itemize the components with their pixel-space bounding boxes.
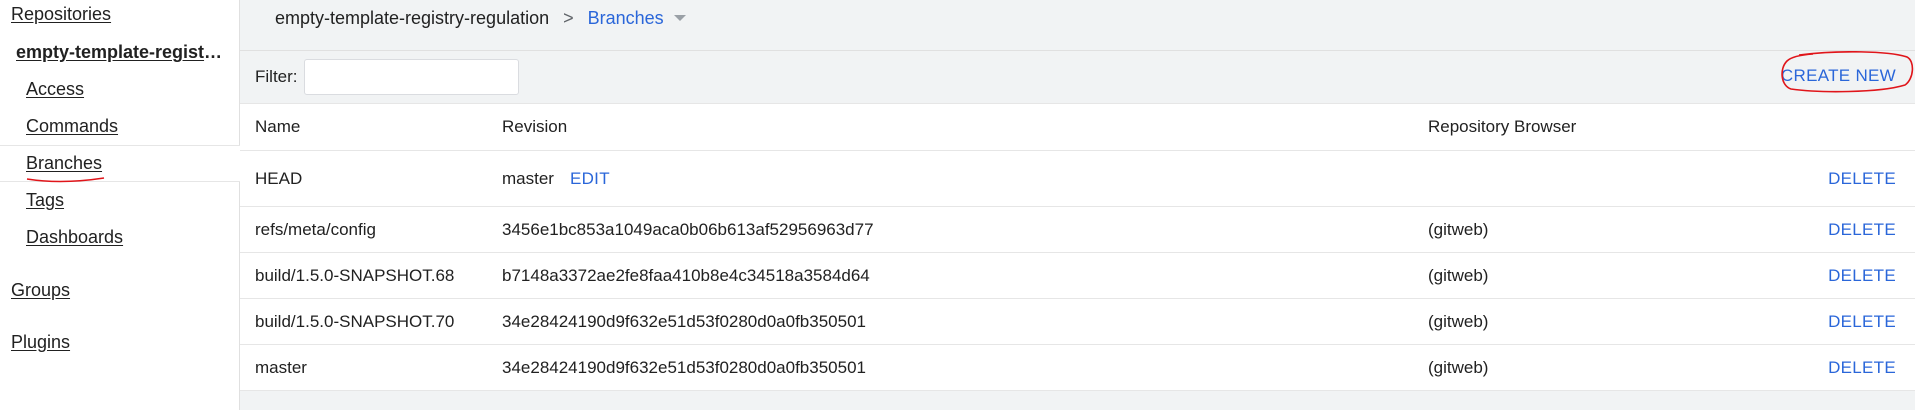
sidebar-groups-link[interactable]: Groups xyxy=(11,280,70,301)
branch-name: HEAD xyxy=(255,168,303,188)
revision-cell: master EDIT xyxy=(502,169,610,189)
repository-browser-link[interactable]: (gitweb) xyxy=(1428,266,1488,286)
table-row: master 34e28424190d9f632e51d53f0280d0a0f… xyxy=(240,345,1915,391)
dropdown-caret-icon[interactable] xyxy=(673,15,686,21)
branch-name: build/1.5.0-SNAPSHOT.68 xyxy=(255,265,455,285)
delete-button[interactable]: DELETE xyxy=(1828,220,1896,240)
column-header-repository-browser: Repository Browser xyxy=(1428,117,1577,136)
filter-bar: Filter: CREATE NEW xyxy=(240,51,1915,102)
sidebar-item-tags[interactable]: Tags xyxy=(26,190,64,211)
revision-value: master xyxy=(502,168,554,188)
column-header-name: Name xyxy=(255,117,301,136)
breadcrumb-separator-icon: > xyxy=(563,7,574,28)
table-header-row: Name Revision Repository Browser xyxy=(240,104,1915,151)
delete-button[interactable]: DELETE xyxy=(1828,266,1896,286)
main-content: empty-template-registry-regulation > Bra… xyxy=(240,0,1915,410)
sidebar-repo-link[interactable]: empty-template-registry-regulation xyxy=(16,42,228,63)
column-header-revision: Revision xyxy=(502,117,568,136)
table-row: HEAD master EDIT DELETE xyxy=(240,151,1915,207)
revision-value: b7148a3372ae2fe8faa410b8e4c34518a3584d64 xyxy=(502,265,870,285)
repository-browser-link[interactable]: (gitweb) xyxy=(1428,312,1488,332)
sidebar-item-commands[interactable]: Commands xyxy=(26,116,118,137)
repository-browser-link[interactable]: (gitweb) xyxy=(1428,358,1488,378)
sidebar: Repositories empty-template-registry-reg… xyxy=(0,0,240,410)
delete-button[interactable]: DELETE xyxy=(1828,312,1896,332)
breadcrumb-current-view[interactable]: Branches xyxy=(588,8,664,29)
sidebar-item-access[interactable]: Access xyxy=(26,79,84,100)
breadcrumb: empty-template-registry-regulation > Bra… xyxy=(275,6,686,30)
revision-value: 3456e1bc853a1049aca0b06b613af52956963d77 xyxy=(502,219,874,239)
delete-button[interactable]: DELETE xyxy=(1828,169,1896,189)
revision-value: 34e28424190d9f632e51d53f0280d0a0fb350501 xyxy=(502,311,866,331)
create-new-button[interactable]: CREATE NEW xyxy=(1781,66,1896,86)
revision-value: 34e28424190d9f632e51d53f0280d0a0fb350501 xyxy=(502,357,866,377)
sidebar-item-branches[interactable]: Branches xyxy=(26,153,102,174)
filter-input[interactable] xyxy=(303,59,519,95)
repository-browser-link[interactable]: (gitweb) xyxy=(1428,220,1488,240)
table-row: build/1.5.0-SNAPSHOT.68 b7148a3372ae2fe8… xyxy=(240,253,1915,299)
sidebar-repositories-link[interactable]: Repositories xyxy=(11,4,111,25)
table-row: build/1.5.0-SNAPSHOT.70 34e28424190d9f63… xyxy=(240,299,1915,345)
sidebar-plugins-link[interactable]: Plugins xyxy=(11,332,70,353)
table-row: refs/meta/config 3456e1bc853a1049aca0b06… xyxy=(240,207,1915,253)
branch-name: refs/meta/config xyxy=(255,219,376,239)
sidebar-item-dashboards[interactable]: Dashboards xyxy=(26,227,123,248)
delete-button[interactable]: DELETE xyxy=(1828,358,1896,378)
branch-name: master xyxy=(255,357,307,377)
header-divider xyxy=(240,50,1915,51)
breadcrumb-repo: empty-template-registry-regulation xyxy=(275,7,550,28)
app-window: Repositories empty-template-registry-reg… xyxy=(0,0,1915,410)
filter-label: Filter: xyxy=(255,67,298,86)
branch-name: build/1.5.0-SNAPSHOT.70 xyxy=(255,311,455,331)
edit-head-button[interactable]: EDIT xyxy=(570,169,610,189)
branches-table: Name Revision Repository Browser HEAD ma… xyxy=(240,103,1915,391)
